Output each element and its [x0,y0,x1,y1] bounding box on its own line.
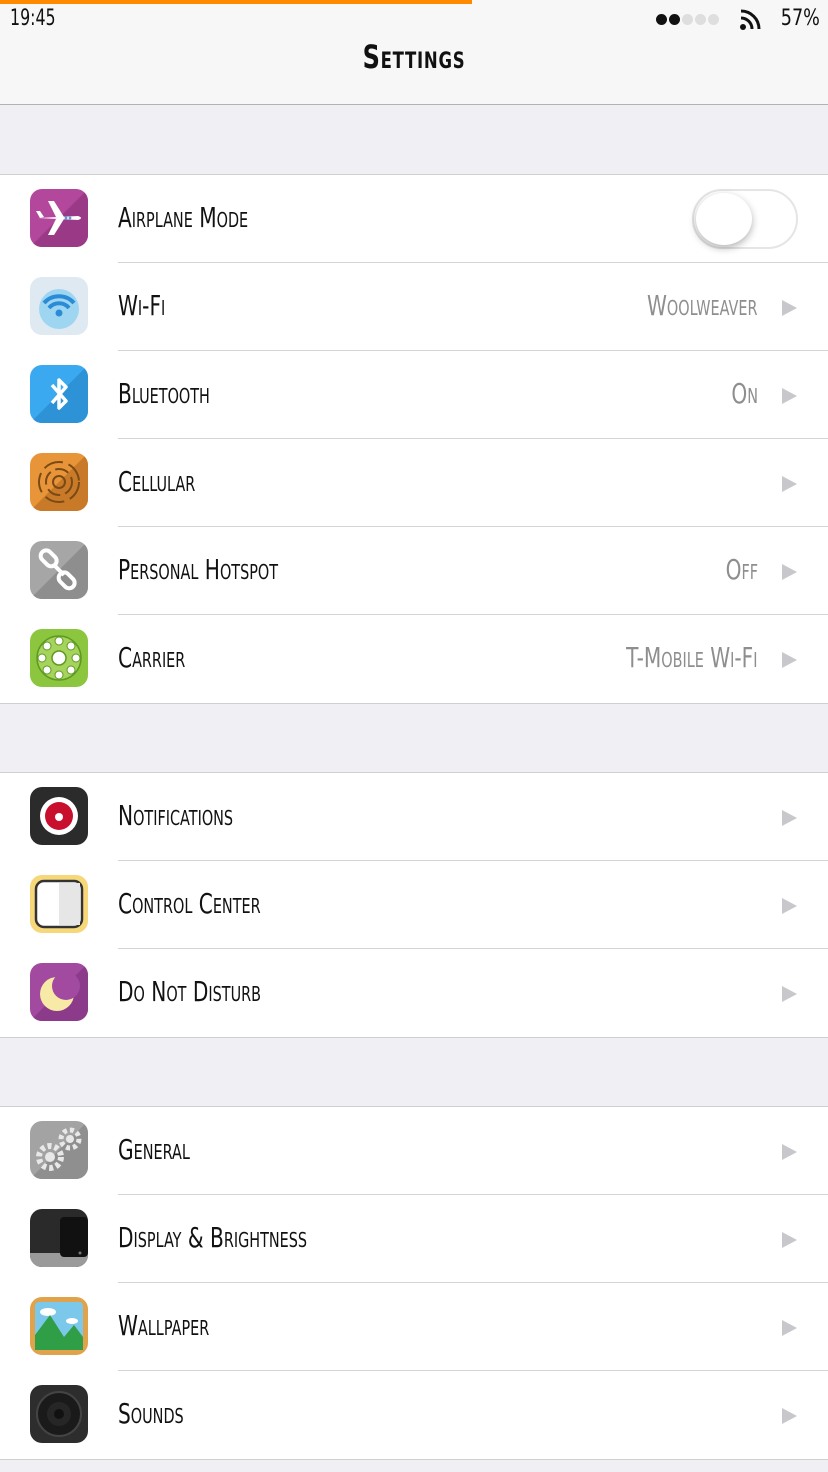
cellular-icon [30,453,88,511]
settings-row-value: Off [725,553,758,586]
settings-row-carrier[interactable]: Carrier T-Mobile Wi-Fi [0,615,828,703]
wifi-status-icon [740,9,761,30]
moon-icon [30,963,88,1021]
chevron-right-icon [782,1232,797,1248]
status-time: 19:45 [10,6,56,31]
settings-row-display-brightness[interactable]: Display & Brightness [0,1195,828,1283]
settings-row-label: Wi-Fi [118,289,166,322]
settings-row-sounds[interactable]: Sounds [0,1371,828,1459]
settings-row-label: Bluetooth [118,377,210,410]
settings-row-personal-hotspot[interactable]: Personal Hotspot Off [0,527,828,615]
chevron-right-icon [782,476,797,492]
display-icon [30,1209,88,1267]
settings-row-control-center[interactable]: Control Center [0,861,828,949]
chevron-right-icon [782,564,797,580]
settings-row-wifi[interactable]: Wi-Fi Woolweaver [0,263,828,351]
settings-row-label: Carrier [118,641,186,674]
wallpaper-icon [30,1297,88,1355]
settings-row-airplane-mode[interactable]: Airplane Mode [0,175,828,263]
loading-progress-bar [0,0,472,4]
settings-row-value: Woolweaver [647,289,758,322]
chevron-right-icon [782,1144,797,1160]
settings-group-notifications: Notifications Control Center Do Not Dist… [0,772,828,1038]
settings-group-device: General Display & Brightness Wallpaper S… [0,1106,828,1460]
settings-row-notifications[interactable]: Notifications [0,773,828,861]
settings-row-do-not-disturb[interactable]: Do Not Disturb [0,949,828,1037]
settings-row-value: On [731,377,758,410]
airplane-icon [30,189,88,247]
airplane-mode-toggle[interactable] [692,189,798,249]
settings-row-label: Notifications [118,799,234,832]
battery-percentage: 57% [780,6,820,31]
wifi-icon [30,277,88,335]
settings-row-label: Control Center [118,887,261,920]
speaker-icon [30,1385,88,1443]
settings-row-bluetooth[interactable]: Bluetooth On [0,351,828,439]
chevron-right-icon [782,898,797,914]
chevron-right-icon [782,652,797,668]
chevron-right-icon [782,986,797,1002]
settings-row-label: Airplane Mode [118,201,249,234]
notifications-icon [30,787,88,845]
signal-strength-icon [656,14,719,25]
chevron-right-icon [782,300,797,316]
bluetooth-icon [30,365,88,423]
settings-row-label: Sounds [118,1397,184,1430]
settings-group-connectivity: Airplane Mode Wi-Fi Woolweaver Bluetooth… [0,174,828,704]
chevron-right-icon [782,810,797,826]
settings-row-value: T-Mobile Wi-Fi [626,641,758,674]
gears-icon [30,1121,88,1179]
chevron-right-icon [782,1320,797,1336]
page-title: Settings [362,38,466,76]
status-bar: 19:45 57% [0,0,828,40]
settings-row-label: Display & Brightness [118,1221,308,1254]
carrier-dial-icon [30,629,88,687]
hotspot-chain-icon [30,541,88,599]
settings-row-wallpaper[interactable]: Wallpaper [0,1283,828,1371]
settings-row-label: General [118,1133,190,1166]
settings-row-label: Personal Hotspot [118,553,279,586]
settings-row-label: Cellular [118,465,196,498]
settings-row-label: Wallpaper [118,1309,210,1342]
control-center-icon [30,875,88,933]
chevron-right-icon [782,1408,797,1424]
settings-row-cellular[interactable]: Cellular [0,439,828,527]
settings-row-general[interactable]: General [0,1107,828,1195]
settings-row-label: Do Not Disturb [118,975,262,1008]
chevron-right-icon [782,388,797,404]
